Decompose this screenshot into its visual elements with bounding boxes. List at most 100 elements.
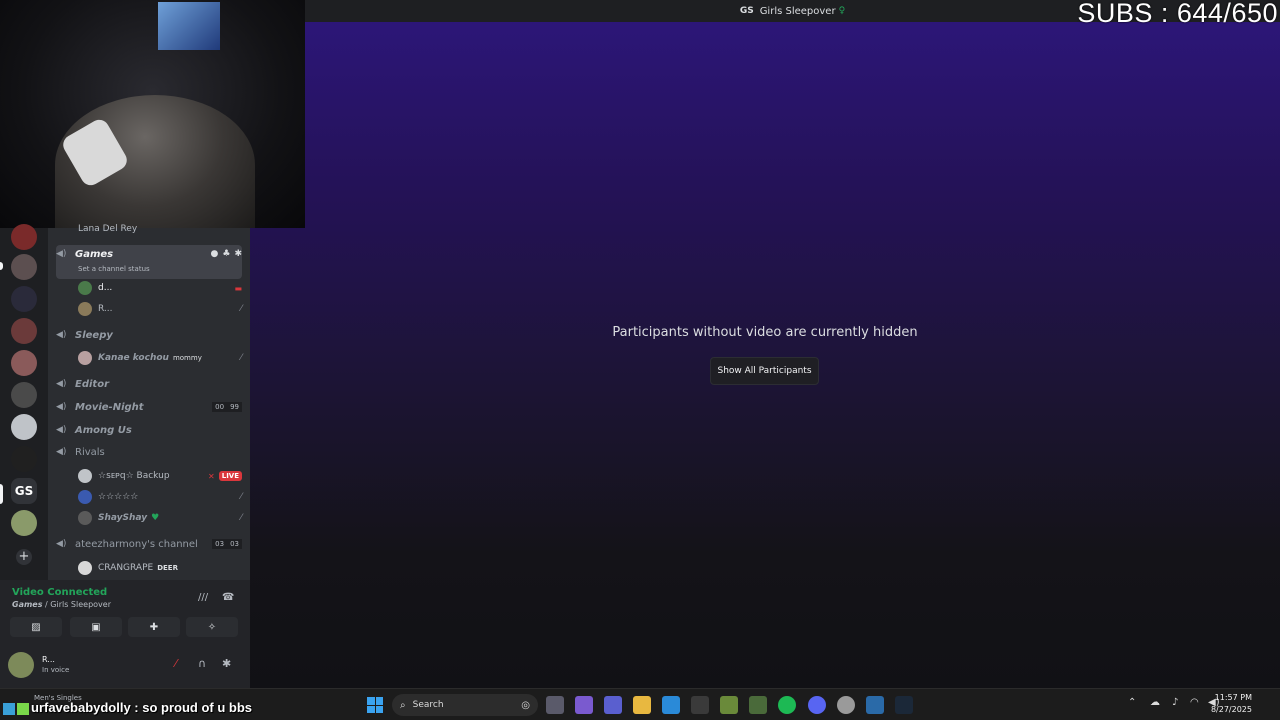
spotify-icon[interactable] bbox=[778, 696, 796, 714]
voice-user[interactable]: ☆ꜱᴇᴘq☆ Backup ✕ LIVE bbox=[78, 467, 242, 485]
avatar bbox=[78, 302, 92, 316]
mic-icon[interactable]: ♪ bbox=[1172, 697, 1178, 708]
user-name: ☆ꜱᴇᴘq☆ Backup bbox=[98, 471, 170, 481]
gear-icon[interactable]: ✱ bbox=[234, 249, 242, 259]
speaker-icon: ◀) bbox=[56, 447, 67, 457]
app-icon[interactable] bbox=[837, 696, 855, 714]
server-icon[interactable] bbox=[11, 446, 37, 472]
speaker-icon: ◀) bbox=[56, 379, 67, 389]
server-icon[interactable] bbox=[11, 254, 37, 280]
chevron-up-icon[interactable]: ⌃ bbox=[1128, 697, 1136, 708]
current-user-name: R... bbox=[42, 655, 55, 664]
voice-user[interactable]: Kanae kochou mommy ⁄ bbox=[78, 349, 242, 367]
voice-location[interactable]: Games / Girls Sleepover bbox=[12, 600, 111, 609]
speaker-icon: ◀) bbox=[56, 330, 67, 340]
store-icon[interactable] bbox=[691, 696, 709, 714]
current-user-status: In voice bbox=[42, 666, 70, 674]
muted-icon: ⁄ bbox=[240, 492, 242, 502]
muted-icon: ⁄ bbox=[240, 304, 242, 314]
server-icon[interactable] bbox=[11, 510, 37, 536]
camera-off-button[interactable]: ▨ bbox=[10, 617, 62, 637]
noise-suppression-icon[interactable]: /// bbox=[198, 592, 208, 603]
soundboard-button[interactable]: ✧ bbox=[186, 617, 238, 637]
voice-user[interactable]: CRANGRAPE DEER bbox=[78, 559, 242, 577]
chat-icon[interactable]: ● bbox=[211, 249, 219, 259]
avatar bbox=[78, 351, 92, 365]
avatar bbox=[78, 511, 92, 525]
server-icon[interactable] bbox=[11, 414, 37, 440]
channel-status[interactable]: Set a channel status bbox=[78, 265, 150, 273]
heart-icon: ♥ bbox=[151, 513, 160, 523]
channel-among-us[interactable]: ◀) Among Us bbox=[56, 421, 242, 439]
server-icon[interactable] bbox=[11, 286, 37, 312]
search-box[interactable]: ⌕ Search ◎ bbox=[392, 694, 538, 716]
discord-icon[interactable] bbox=[808, 696, 826, 714]
search-placeholder: Search bbox=[412, 700, 444, 710]
channel-ateez[interactable]: ◀) ateezharmony's channel 03 03 bbox=[56, 535, 242, 553]
channel-name: Sleepy bbox=[75, 329, 113, 341]
wifi-icon[interactable]: ◠ bbox=[1190, 697, 1199, 708]
windows-start-icon[interactable] bbox=[367, 697, 383, 713]
user-limit-badge: 03 03 bbox=[212, 539, 242, 549]
app-icon[interactable] bbox=[866, 696, 884, 714]
live-badge: LIVE bbox=[218, 471, 242, 481]
list-item[interactable]: Lana Del Rey bbox=[78, 220, 242, 238]
app-icon[interactable] bbox=[749, 696, 767, 714]
teams-icon[interactable] bbox=[604, 696, 622, 714]
mic-muted-icon[interactable]: ⁄ bbox=[175, 657, 177, 670]
invite-icon[interactable]: ♣ bbox=[222, 249, 230, 259]
speaker-icon: ◀) bbox=[56, 402, 67, 412]
user-count: 00 bbox=[212, 402, 228, 412]
channel-sleepy[interactable]: ◀) Sleepy bbox=[56, 326, 242, 344]
speaker-icon: ◀) bbox=[56, 249, 67, 259]
gear-icon[interactable]: ✱ bbox=[222, 657, 231, 670]
add-server-icon[interactable]: + bbox=[16, 549, 32, 565]
channel-rivals[interactable]: ◀) Rivals bbox=[56, 443, 242, 461]
activities-button[interactable]: ✚ bbox=[128, 617, 180, 637]
voice-status[interactable]: Video Connected bbox=[12, 587, 107, 598]
onedrive-icon[interactable]: ☁ bbox=[1150, 697, 1160, 708]
steam-icon[interactable] bbox=[895, 696, 913, 714]
badge-icon bbox=[17, 702, 29, 715]
user-name: Lana Del Rey bbox=[78, 224, 138, 234]
clock[interactable]: 11:57 PM 8/27/2025 bbox=[1211, 692, 1252, 716]
share-screen-button[interactable]: ▣ bbox=[70, 617, 122, 637]
chat-message: urfavebabydolly : so proud of u bbs bbox=[3, 700, 252, 715]
copilot-icon[interactable]: ◎ bbox=[521, 700, 530, 711]
task-view-icon[interactable] bbox=[546, 696, 564, 714]
subs-counter: SUBS : 644/650 bbox=[1077, 0, 1278, 28]
server-icon[interactable] bbox=[11, 382, 37, 408]
headphones-icon[interactable]: ∩ bbox=[198, 657, 206, 670]
disconnect-icon[interactable]: ☎ bbox=[222, 592, 234, 603]
channel-movie-night[interactable]: ◀) Movie-Night 00 99 bbox=[56, 398, 242, 416]
server-icon[interactable] bbox=[11, 318, 37, 344]
server-badge: GS bbox=[739, 6, 754, 16]
channel-games[interactable]: ◀) Games Set a channel status ● ♣ ✱ bbox=[56, 245, 242, 279]
selected-pill bbox=[0, 484, 3, 504]
server-icon[interactable] bbox=[11, 350, 37, 376]
channel-name: Editor bbox=[75, 378, 109, 390]
person-icon: ♀ bbox=[838, 6, 846, 16]
file-explorer-icon[interactable] bbox=[633, 696, 651, 714]
avatar[interactable] bbox=[8, 652, 34, 678]
avatar bbox=[78, 561, 92, 575]
voice-user[interactable]: ☆☆☆☆☆ ⁄ bbox=[78, 488, 242, 506]
copilot-app-icon[interactable] bbox=[575, 696, 593, 714]
user-name: ShayShay bbox=[98, 513, 148, 523]
server-icon-gs[interactable]: GS bbox=[11, 478, 37, 504]
channel-list: Lana Del Rey ◀) Games Set a channel stat… bbox=[48, 224, 250, 580]
minecraft-icon[interactable] bbox=[720, 696, 738, 714]
webcam-overlay bbox=[0, 0, 305, 228]
channel-name: ateezharmony's channel bbox=[75, 538, 198, 550]
voice-user[interactable]: R... ⁄ bbox=[78, 300, 242, 318]
channel-editor[interactable]: ◀) Editor bbox=[56, 375, 242, 393]
server-icon[interactable] bbox=[11, 224, 37, 250]
hidden-participants-message: Participants without video are currently… bbox=[612, 325, 918, 340]
search-icon: ⌕ bbox=[400, 699, 406, 711]
voice-user[interactable]: ShayShay ♥ ⁄ bbox=[78, 509, 242, 527]
user-name: CRANGRAPE bbox=[98, 563, 154, 573]
voice-user[interactable]: d... ▬ bbox=[78, 279, 242, 297]
show-all-participants-button[interactable]: Show All Participants bbox=[710, 357, 819, 385]
window-title: Girls Sleepover bbox=[759, 5, 836, 17]
edge-icon[interactable] bbox=[662, 696, 680, 714]
